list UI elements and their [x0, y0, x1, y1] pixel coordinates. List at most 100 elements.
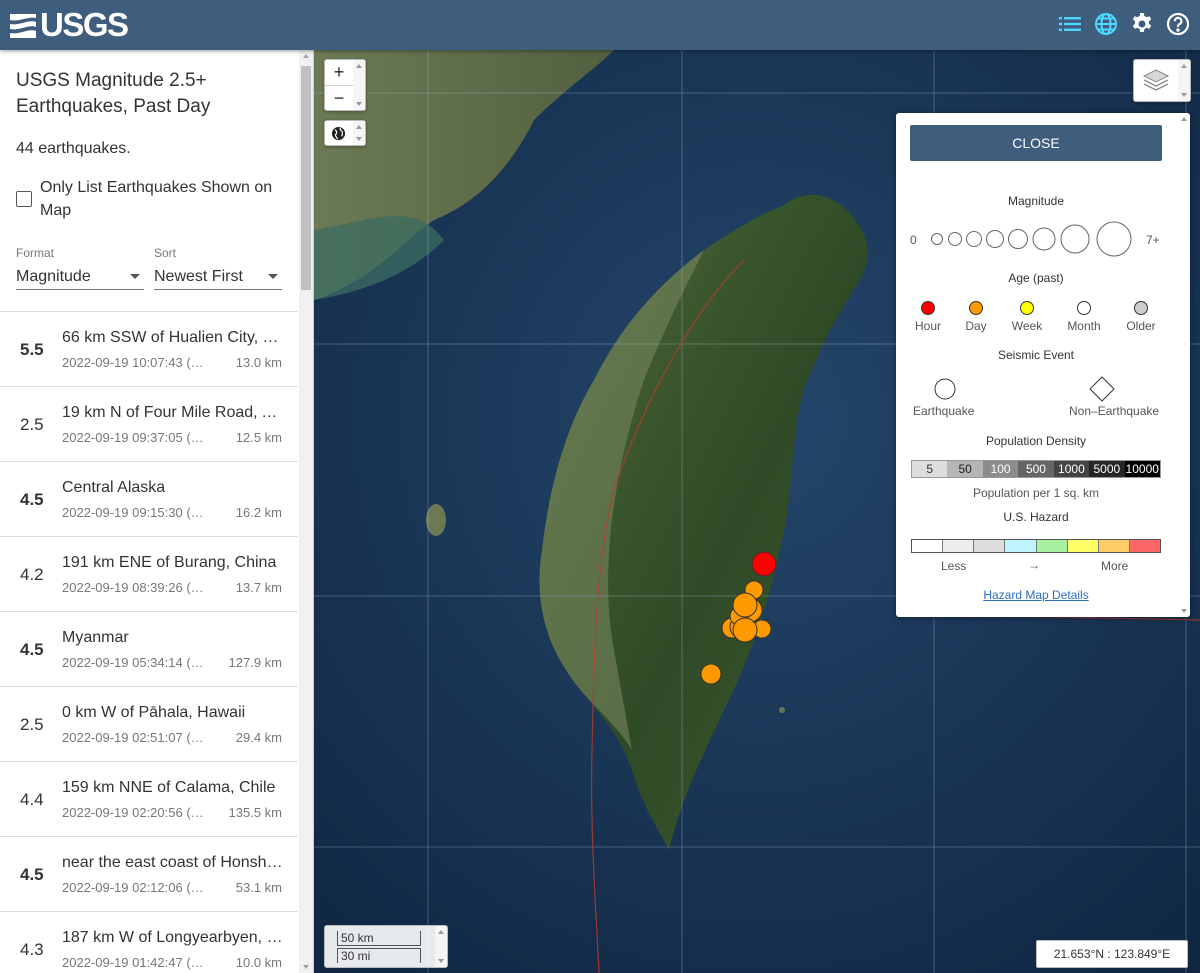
age-week-dot [1020, 301, 1034, 315]
list-title: USGS Magnitude 2.5+ Earthquakes, Past Da… [16, 70, 211, 117]
eq-place: 187 km W of Longyearbyen, Svalbard [62, 929, 284, 946]
eq-magnitude: 4.3 [20, 940, 44, 959]
age-older: Older [1116, 301, 1166, 333]
list-item[interactable]: 4.3 187 km W of Longyearbyen, Svalbard 2… [0, 912, 298, 973]
magnitude-heading: Magnitude [1007, 194, 1065, 208]
non-earthquake-diamond-icon [1089, 376, 1115, 402]
eq-place: near the east coast of Honshu, Japan [62, 854, 284, 871]
hazard-scale [911, 539, 1161, 553]
gear-icon[interactable] [1130, 10, 1154, 38]
list-item[interactable]: 5.5 66 km SSW of Hualien City, Taiwan 20… [0, 312, 298, 387]
layers-button[interactable] [1133, 59, 1191, 102]
age-month: Month [1059, 301, 1109, 333]
scrollbar-thumb[interactable] [301, 66, 311, 290]
format-select[interactable]: Magnitude [16, 264, 144, 290]
age-week: Week [1002, 301, 1052, 333]
eq-magnitude: 5.5 [20, 340, 44, 359]
list-item[interactable]: 2.5 0 km W of Pāhala, Hawaii 2022-09-19 … [0, 687, 298, 762]
hazard-heading: U.S. Hazard [1003, 510, 1069, 524]
magnitude-scale [931, 221, 1132, 257]
list-item[interactable]: 4.5 Myanmar 2022-09-19 05:34:14 (UTC) 12… [0, 612, 298, 687]
layers-icon [1142, 69, 1170, 91]
chevron-down-icon [268, 274, 278, 279]
projection-control[interactable] [324, 120, 366, 146]
eq-magnitude: 4.5 [20, 865, 44, 884]
eq-place: 0 km W of Pāhala, Hawaii [62, 704, 246, 721]
eq-depth: 13.7 km [235, 580, 282, 595]
help-icon[interactable] [1166, 10, 1190, 38]
only-list-shown-toggle[interactable]: Only List Earthquakes Shown on Map [16, 176, 296, 222]
eq-depth: 13.0 km [235, 355, 282, 370]
eq-depth: 16.2 km [235, 505, 282, 520]
hazard-more-label: More [1101, 559, 1129, 573]
map-scale: 50 km 30 mi [324, 925, 448, 968]
age-day: Day [951, 301, 1001, 333]
legend-panel: CLOSE Magnitude 0 7+ Age (past) Hour Day… [896, 113, 1190, 617]
sort-select-group: Sort Newest First [154, 246, 282, 290]
sort-value: Newest First [154, 267, 243, 285]
usgs-wave-icon [10, 14, 36, 38]
scale-mi: 30 mi [337, 948, 421, 963]
eq-time: 2022-09-19 01:42:47 (UTC) [62, 955, 212, 970]
age-hour-dot [921, 301, 935, 315]
globe-icon [331, 126, 346, 141]
earthquake-count: 44 earthquakes. [16, 140, 131, 157]
eq-depth: 135.5 km [228, 805, 282, 820]
age-month-dot [1077, 301, 1091, 315]
eq-magnitude: 2.5 [20, 415, 44, 434]
cursor-coordinates: 21.653°N : 123.849°E [1036, 940, 1188, 968]
eq-place: 66 km SSW of Hualien City, Taiwan [62, 329, 284, 346]
zoom-control: + − [324, 59, 366, 111]
age-heading: Age (past) [1008, 271, 1064, 285]
mag-max-label: 7+ [1146, 233, 1160, 247]
scale-km: 50 km [337, 931, 421, 946]
legend-scrollbar[interactable] [1178, 113, 1190, 617]
sort-select[interactable]: Newest First [154, 264, 282, 290]
eq-time: 2022-09-19 09:37:05 (UTC) [62, 430, 212, 445]
eq-marker-day [732, 592, 758, 618]
list-item[interactable]: 4.4 159 km NNE of Calama, Chile 2022-09-… [0, 762, 298, 837]
format-select-group: Format Magnitude [16, 246, 144, 290]
list-item[interactable]: 4.2 191 km ENE of Burang, China 2022-09-… [0, 537, 298, 612]
zoom-out-button[interactable]: − [325, 85, 353, 110]
eq-place: 19 km N of Four Mile Road, Alaska [62, 404, 284, 421]
eq-marker-day [700, 663, 722, 685]
eq-magnitude: 4.4 [20, 790, 44, 809]
globe-icon[interactable] [1094, 10, 1118, 38]
eq-depth: 53.1 km [235, 880, 282, 895]
seismic-event-heading: Seismic Event [997, 348, 1075, 362]
eq-time: 2022-09-19 10:07:43 (UTC) [62, 355, 212, 370]
eq-marker-day [732, 617, 758, 643]
eq-depth: 127.9 km [228, 655, 282, 670]
eq-place: Central Alaska [62, 479, 166, 496]
only-list-checkbox[interactable] [16, 191, 32, 207]
list-item[interactable]: 4.5 near the east coast of Honshu, Japan… [0, 837, 298, 912]
list-item[interactable]: 4.5 Central Alaska 2022-09-19 09:15:30 (… [0, 462, 298, 537]
eq-depth: 29.4 km [235, 730, 282, 745]
eq-depth: 10.0 km [235, 955, 282, 970]
zoom-in-button[interactable]: + [325, 60, 353, 85]
eq-magnitude: 4.2 [20, 565, 44, 584]
only-list-label: Only List Earthquakes Shown on Map [40, 179, 273, 219]
list-icon[interactable] [1058, 10, 1082, 38]
usgs-logo[interactable]: USGS [10, 8, 129, 42]
hazard-less-label: Less [941, 559, 967, 573]
hazard-arrow: → [1028, 558, 1040, 572]
eq-time: 2022-09-19 09:15:30 (UTC) [62, 505, 212, 520]
close-legend-button[interactable]: CLOSE [910, 125, 1162, 161]
format-caption: Format [16, 246, 55, 260]
population-heading: Population Density [985, 434, 1087, 448]
eq-time: 2022-09-19 05:34:14 (UTC) [62, 655, 212, 670]
non-earthquake-label: Non–Earthquake [1069, 404, 1160, 418]
hazard-map-details-link[interactable]: Hazard Map Details [896, 588, 1176, 602]
eq-time: 2022-09-19 02:20:56 (UTC) [62, 805, 212, 820]
app-header: USGS [0, 0, 1200, 50]
earthquake-circle-icon [934, 378, 956, 400]
list-item[interactable]: 2.5 19 km N of Four Mile Road, Alaska 20… [0, 387, 298, 462]
list-scrollbar[interactable] [299, 50, 313, 973]
population-caption: Population per 1 sq. km [972, 486, 1100, 500]
map-view[interactable]: + − CLOSE Magnitude 0 7+ Age (past) Hour… [314, 50, 1200, 973]
eq-place: 159 km NNE of Calama, Chile [62, 779, 276, 796]
eq-depth: 12.5 km [235, 430, 282, 445]
sort-caption: Sort [154, 246, 177, 260]
